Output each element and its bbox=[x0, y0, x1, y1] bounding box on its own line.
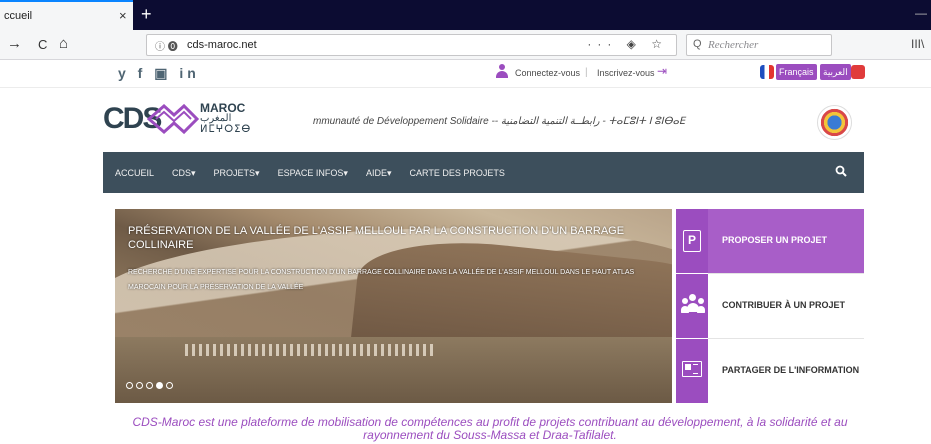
hero-title[interactable]: PRÉSERVATION DE LA VALLÉE DE L'ASSIF MEL… bbox=[128, 224, 628, 252]
browser-tab-bar: ccueil × + — bbox=[0, 0, 931, 30]
tab-title: ccueil bbox=[4, 10, 33, 22]
hero-slider[interactable]: PRÉSERVATION DE LA VALLÉE DE L'ASSIF MEL… bbox=[115, 209, 672, 403]
nav-item-accueil[interactable]: ACCUEIL bbox=[115, 168, 154, 179]
side-item-label: PROPOSER UN PROJET bbox=[722, 235, 828, 245]
site-tagline: mmunauté de Développement Solidaire -- ر… bbox=[313, 116, 686, 127]
forward-icon[interactable]: → bbox=[7, 35, 22, 52]
main-nav: ACCUEIL CDS▾ PROJETS▾ ESPACE INFOS▾ AIDE… bbox=[103, 152, 864, 193]
link-separator: | bbox=[585, 67, 588, 78]
search-icon: Q bbox=[693, 38, 702, 50]
icon-box bbox=[676, 274, 708, 338]
new-tab-icon[interactable]: + bbox=[141, 4, 152, 25]
action-panel: P PROPOSER UN PROJET CONTRIBUER À UN PRO… bbox=[676, 209, 864, 403]
side-item-label: CONTRIBUER À UN PROJET bbox=[722, 300, 846, 310]
home-icon[interactable]: ⌂ bbox=[59, 35, 68, 52]
social-links[interactable]: y f ▣ in bbox=[118, 65, 200, 82]
nav-item-espace-infos[interactable]: ESPACE INFOS▾ bbox=[278, 168, 348, 179]
people-icon bbox=[681, 293, 705, 317]
document-p-icon: P bbox=[683, 230, 701, 252]
contribute-project-button[interactable]: CONTRIBUER À UN PROJET bbox=[676, 274, 864, 338]
french-flag-icon[interactable] bbox=[760, 65, 774, 79]
hero-image-herd bbox=[185, 344, 435, 356]
slider-dot[interactable] bbox=[146, 382, 153, 389]
hero-subtitle: RECHERCHE D'UNE EXPERTISE POUR LA CONSTR… bbox=[128, 269, 635, 291]
slider-dots bbox=[126, 382, 173, 389]
nav-item-carte-des-projets[interactable]: CARTE DES PROJETS bbox=[409, 168, 504, 179]
icon-box: P bbox=[676, 209, 708, 273]
logo-mark-icon[interactable] bbox=[147, 102, 199, 136]
share-information-button[interactable]: PARTAGER DE L'INFORMATION bbox=[676, 339, 864, 403]
logo-tifinagh-text: ⵍⵎⵖⵔⵉⴱ bbox=[200, 124, 252, 135]
browser-tab[interactable]: ccueil × bbox=[0, 0, 133, 30]
icon-box bbox=[676, 339, 708, 403]
nav-item-projets[interactable]: PROJETS▾ bbox=[214, 168, 260, 179]
logo-arabic-text: المغرب bbox=[200, 113, 232, 124]
search-icon[interactable] bbox=[835, 165, 847, 177]
minimize-icon[interactable]: — bbox=[915, 6, 927, 20]
lang-arabic-button[interactable]: العربية bbox=[820, 64, 851, 80]
site-info-icon[interactable]: ⓘ ⓿ bbox=[155, 38, 178, 53]
library-icon[interactable]: III\ bbox=[911, 37, 924, 51]
url-text[interactable]: cds-maroc.net bbox=[187, 39, 257, 51]
nav-item-aide[interactable]: AIDE▾ bbox=[366, 168, 392, 179]
lang-french-button[interactable]: Français bbox=[776, 64, 817, 80]
newspaper-icon bbox=[682, 361, 702, 377]
slider-dot[interactable] bbox=[126, 382, 133, 389]
url-bar[interactable]: ⓘ ⓿ cds-maroc.net ··· ◈ ☆ bbox=[146, 34, 677, 56]
slider-dot[interactable] bbox=[166, 382, 173, 389]
search-placeholder: Rechercher bbox=[708, 39, 759, 51]
nav-item-cds[interactable]: CDS▾ bbox=[172, 168, 196, 179]
browser-search-input[interactable]: Q Rechercher bbox=[686, 34, 832, 56]
slider-dot-active[interactable] bbox=[156, 382, 163, 389]
user-icon[interactable] bbox=[496, 64, 508, 78]
main-menu: ACCUEIL CDS▾ PROJETS▾ ESPACE INFOS▾ AIDE… bbox=[115, 168, 523, 179]
reload-icon[interactable]: C bbox=[38, 37, 47, 52]
login-link[interactable]: Connectez-vous bbox=[515, 68, 580, 78]
moroccan-flag-icon[interactable] bbox=[851, 65, 865, 79]
register-link[interactable]: Inscrivez-vous bbox=[597, 68, 655, 78]
close-tab-icon[interactable]: × bbox=[119, 8, 127, 23]
side-item-label: PARTAGER DE L'INFORMATION bbox=[722, 365, 860, 375]
site-topbar: y f ▣ in Connectez-vous | Inscrivez-vous… bbox=[0, 60, 931, 88]
emblem-logo bbox=[817, 105, 852, 140]
register-icon[interactable]: ⇥ bbox=[657, 64, 667, 78]
intro-text: CDS-Maroc est une plateforme de mobilisa… bbox=[132, 415, 848, 442]
propose-project-button[interactable]: P PROPOSER UN PROJET bbox=[676, 209, 864, 273]
page-actions-icon[interactable]: ··· ◈ ☆ bbox=[587, 37, 668, 51]
slider-dot[interactable] bbox=[136, 382, 143, 389]
site-header: CDS MAROC المغرب ⵍⵎⵖⵔⵉⴱ mmunauté de Déve… bbox=[0, 89, 931, 152]
browser-toolbar: → C ⌂ ⓘ ⓿ cds-maroc.net ··· ◈ ☆ Q Recher… bbox=[0, 30, 931, 60]
